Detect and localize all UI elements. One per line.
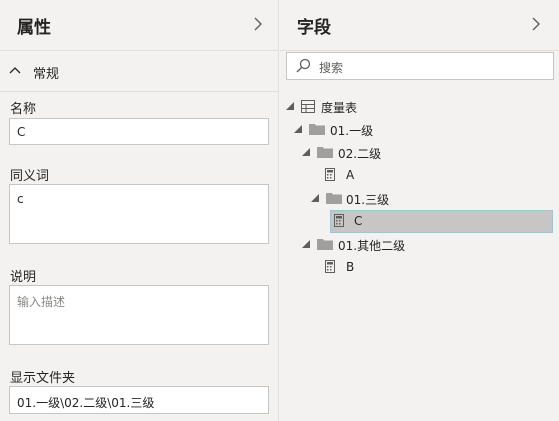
search-input[interactable]: 搜索: [286, 52, 554, 80]
chevron-right-icon[interactable]: [252, 15, 264, 33]
tree-item-folder-level3[interactable]: 01.三级: [311, 189, 541, 209]
tree-item-label: 01.其他二级: [338, 239, 406, 253]
expand-triangle-icon[interactable]: [311, 194, 319, 202]
calculator-icon: [334, 214, 344, 227]
name-field[interactable]: C: [9, 118, 269, 145]
fields-title: 字段: [297, 18, 331, 38]
tree-item-label: 02.二级: [338, 147, 382, 161]
tree-item-measure-a[interactable]: A: [325, 166, 525, 186]
search-icon: [296, 58, 311, 73]
tree-item-folder-level1[interactable]: 01.一级: [294, 120, 544, 140]
display-folder-label: 显示文件夹: [10, 371, 76, 386]
description-label: 说明: [10, 270, 37, 285]
properties-pane: 属性 常规 名称 C 同义词 c 说明 输入描述 显示文件夹 01.一级\02.…: [0, 0, 279, 421]
fields-header: 字段: [280, 0, 559, 51]
name-label: 名称: [10, 102, 37, 117]
synonyms-field[interactable]: c: [9, 184, 269, 244]
tree-item-label: 01.三级: [346, 193, 390, 207]
tree-item-folder-level2[interactable]: 02.二级: [302, 143, 542, 163]
tree-item-measure-table[interactable]: 度量表: [286, 97, 546, 117]
general-section-toggle[interactable]: 常规: [0, 51, 279, 92]
calculator-icon: [325, 168, 335, 181]
tree-item-label: 01.一级: [330, 124, 374, 138]
properties-title: 属性: [17, 18, 51, 38]
search-placeholder: 搜索: [319, 61, 344, 75]
tree-item-label: C: [354, 214, 363, 228]
tree-item-folder-other[interactable]: 01.其他二级: [302, 235, 542, 255]
general-section-label: 常规: [33, 67, 60, 82]
chevron-up-icon: [9, 67, 21, 74]
calculator-icon: [325, 260, 335, 273]
properties-header: 属性: [0, 0, 278, 51]
folder-icon: [326, 193, 342, 204]
tree-item-label: A: [346, 168, 355, 182]
display-folder-field[interactable]: 01.一级\02.二级\01.三级: [9, 386, 269, 414]
table-icon: [301, 100, 315, 113]
folder-icon: [309, 124, 325, 135]
synonyms-label: 同义词: [10, 169, 50, 184]
folder-icon: [317, 147, 333, 158]
tree-item-label: B: [346, 260, 355, 274]
chevron-right-icon[interactable]: [530, 15, 542, 33]
expand-triangle-icon[interactable]: [286, 102, 294, 110]
expand-triangle-icon[interactable]: [302, 148, 310, 156]
expand-triangle-icon[interactable]: [302, 240, 310, 248]
expand-triangle-icon[interactable]: [294, 125, 302, 133]
tree-item-label: 度量表: [321, 101, 358, 115]
description-field[interactable]: 输入描述: [9, 285, 269, 345]
tree-item-measure-b[interactable]: B: [325, 258, 525, 278]
folder-icon: [317, 239, 333, 250]
tree-item-measure-c[interactable]: C: [334, 212, 534, 232]
